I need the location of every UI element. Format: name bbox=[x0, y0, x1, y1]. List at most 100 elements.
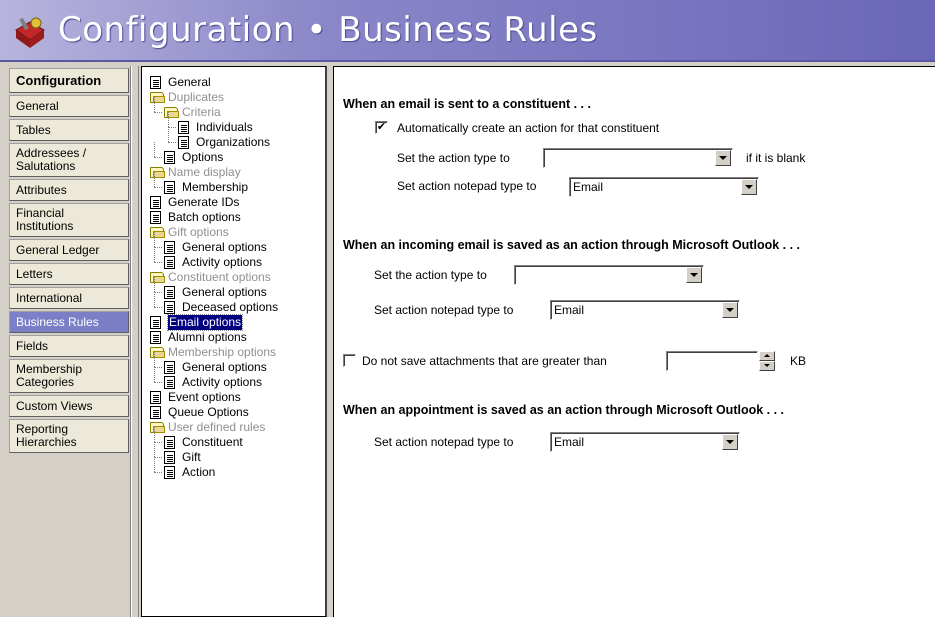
tree-item[interactable]: Generate IDs bbox=[142, 195, 325, 210]
tree-item[interactable]: Queue Options bbox=[142, 405, 325, 420]
tree-item-label: Criteria bbox=[182, 105, 221, 119]
tree-item[interactable]: Organizations bbox=[142, 127, 325, 150]
document-icon bbox=[150, 391, 161, 404]
chevron-down-icon[interactable] bbox=[686, 267, 702, 283]
tree-connector bbox=[154, 292, 155, 307]
sec2-action-type-label: Set the action type to bbox=[374, 268, 487, 282]
document-icon bbox=[150, 316, 161, 329]
sec1-action-type-select[interactable] bbox=[543, 148, 733, 168]
no-save-attachments-checkbox[interactable] bbox=[343, 354, 356, 367]
document-icon bbox=[164, 151, 175, 164]
nav-addressees-salutations[interactable]: Addressees / Salutations bbox=[9, 143, 129, 177]
document-icon bbox=[178, 136, 189, 149]
tree-item-label: Duplicates bbox=[168, 90, 225, 104]
tree-item[interactable]: Action bbox=[142, 457, 325, 480]
tree-connector bbox=[154, 457, 155, 472]
tree-item-label: General options bbox=[182, 285, 267, 299]
document-icon bbox=[150, 196, 161, 209]
tree-connector bbox=[154, 172, 155, 187]
nav-general-ledger[interactable]: General Ledger bbox=[9, 239, 129, 261]
tree-item[interactable]: Membership options bbox=[142, 345, 325, 360]
spin-down-icon[interactable] bbox=[759, 361, 775, 371]
tree-item[interactable]: Gift bbox=[142, 442, 325, 465]
tree-item[interactable]: Batch options bbox=[142, 210, 325, 225]
sec3-notepad-select[interactable]: Email bbox=[550, 432, 740, 452]
folder-open-icon bbox=[150, 167, 165, 178]
tree-item[interactable]: Constituent options bbox=[142, 270, 325, 285]
auto-create-action-label: Automatically create an action for that … bbox=[397, 121, 660, 135]
nav-fields[interactable]: Fields bbox=[9, 335, 129, 357]
spin-up-icon[interactable] bbox=[759, 351, 775, 361]
sec1-notepad-select[interactable]: Email bbox=[569, 177, 759, 197]
tree-item-label: Activity options bbox=[182, 255, 263, 269]
no-save-attachments-label: Do not save attachments that are greater… bbox=[362, 354, 607, 368]
tree-connector bbox=[154, 442, 162, 443]
tree-item[interactable]: Deceased options bbox=[142, 292, 325, 315]
tree-item[interactable]: General options bbox=[142, 232, 325, 255]
chevron-down-icon[interactable] bbox=[722, 434, 738, 450]
section-incoming-email-heading: When an incoming email is saved as an ac… bbox=[343, 238, 801, 252]
tree-item[interactable]: General bbox=[142, 75, 325, 90]
document-icon bbox=[164, 361, 175, 374]
attachment-size-spinner[interactable] bbox=[759, 351, 775, 371]
nav-tables[interactable]: Tables bbox=[9, 119, 129, 141]
nav-letters[interactable]: Letters bbox=[9, 263, 129, 285]
sec2-notepad-label: Set action notepad type to bbox=[374, 303, 514, 317]
tree-item[interactable]: Alumni options bbox=[142, 330, 325, 345]
tree-item[interactable]: Criteria bbox=[142, 97, 325, 120]
tree-connector bbox=[154, 442, 155, 457]
tree-item[interactable]: Options bbox=[142, 142, 325, 165]
tree-item-label: Options bbox=[182, 150, 224, 164]
tree-item[interactable]: Constituent bbox=[142, 427, 325, 450]
splitter[interactable] bbox=[131, 66, 139, 617]
chevron-down-icon[interactable] bbox=[715, 150, 731, 166]
sec2-action-type-select[interactable] bbox=[514, 265, 704, 285]
nav-business-rules[interactable]: Business Rules bbox=[9, 311, 129, 333]
section-appointment-heading: When an appointment is saved as an actio… bbox=[343, 403, 785, 417]
tree-item[interactable]: Name display bbox=[142, 165, 325, 180]
tree-connector bbox=[154, 427, 155, 442]
nav-membership-categories[interactable]: Membership Categories bbox=[9, 359, 129, 393]
tree-item-label: Gift bbox=[182, 450, 201, 464]
tree-item-label: Event options bbox=[168, 390, 241, 404]
chevron-down-icon[interactable] bbox=[722, 302, 738, 318]
tree-item[interactable]: General options bbox=[142, 352, 325, 375]
tree-item-label: Email options bbox=[166, 314, 244, 331]
chevron-down-icon[interactable] bbox=[741, 179, 757, 195]
folder-open-icon bbox=[150, 347, 165, 358]
nav-configuration[interactable]: Configuration bbox=[9, 68, 129, 93]
tree-connector bbox=[154, 307, 162, 308]
sec1-action-type-label: Set the action type to bbox=[397, 151, 510, 165]
left-navigation: Configuration General Tables Addressees / S… bbox=[3, 66, 131, 617]
nav-reporting-hierarchies[interactable]: Reporting Hierarchies bbox=[9, 419, 129, 453]
toolbox-icon bbox=[15, 17, 45, 48]
tree-item[interactable]: Duplicates bbox=[142, 90, 325, 105]
nav-general[interactable]: General bbox=[9, 95, 129, 117]
auto-create-action-checkbox[interactable]: ✔ bbox=[375, 121, 388, 134]
tree-item[interactable]: Individuals bbox=[142, 112, 325, 135]
tree-item[interactable]: Activity options bbox=[142, 247, 325, 270]
folder-open-icon bbox=[150, 422, 165, 433]
nav-international[interactable]: International bbox=[9, 287, 129, 309]
window-header: Configuration • Business Rules bbox=[0, 0, 935, 62]
page-title: Configuration • Business Rules bbox=[58, 10, 598, 50]
attachment-size-input[interactable] bbox=[666, 351, 758, 371]
sec2-notepad-select[interactable]: Email bbox=[550, 300, 740, 320]
tree-item[interactable]: General options bbox=[142, 277, 325, 300]
tree-item-label: General options bbox=[182, 240, 267, 254]
document-icon bbox=[150, 211, 161, 224]
folder-open-icon bbox=[150, 272, 165, 283]
nav-custom-views[interactable]: Custom Views bbox=[9, 395, 129, 417]
tree-item[interactable]: Event options bbox=[142, 390, 325, 405]
tree-item[interactable]: Activity options bbox=[142, 367, 325, 390]
nav-attributes[interactable]: Attributes bbox=[9, 179, 129, 201]
document-icon bbox=[164, 241, 175, 254]
tree-item[interactable]: Membership bbox=[142, 172, 325, 195]
tree-connector bbox=[168, 127, 176, 128]
tree-item[interactable]: User defined rules bbox=[142, 420, 325, 435]
tree-item[interactable]: Gift options bbox=[142, 225, 325, 240]
nav-financial-institutions[interactable]: Financial Institutions bbox=[9, 203, 129, 237]
document-icon bbox=[178, 121, 189, 134]
sec3-notepad-value: Email bbox=[554, 435, 585, 449]
tree-item[interactable]: Email options bbox=[142, 314, 325, 331]
